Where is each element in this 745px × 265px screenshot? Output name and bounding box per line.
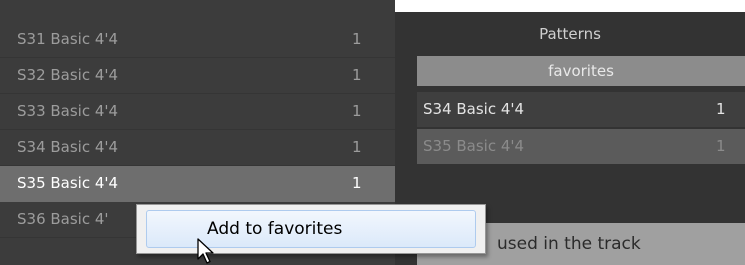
pattern-row[interactable]: S32 Basic 4'4 1 xyxy=(0,58,395,94)
mouse-pointer-icon xyxy=(197,238,214,264)
favorite-row[interactable]: S34 Basic 4'4 1 xyxy=(417,92,745,127)
favorite-name: S35 Basic 4'4 xyxy=(423,137,525,155)
pattern-row-selected[interactable]: S35 Basic 4'4 1 xyxy=(0,166,395,202)
pattern-name: S32 Basic 4'4 xyxy=(17,66,119,84)
favorite-name: S34 Basic 4'4 xyxy=(423,100,525,118)
pattern-name: S35 Basic 4'4 xyxy=(17,174,119,192)
pattern-row[interactable]: S33 Basic 4'4 1 xyxy=(0,94,395,130)
pattern-name: S33 Basic 4'4 xyxy=(17,102,119,120)
favorite-count: 1 xyxy=(716,137,726,155)
favorites-header[interactable]: favorites xyxy=(417,56,745,86)
pattern-count: 1 xyxy=(352,30,362,48)
pattern-name: S34 Basic 4'4 xyxy=(17,138,119,156)
pattern-row[interactable]: S34 Basic 4'4 1 xyxy=(0,130,395,166)
pattern-count: 1 xyxy=(352,66,362,84)
pattern-count: 1 xyxy=(352,138,362,156)
pattern-row[interactable]: S31 Basic 4'4 1 xyxy=(0,22,395,58)
app-window: S31 Basic 4'4 1 S32 Basic 4'4 1 S33 Basi… xyxy=(0,0,745,265)
pattern-name: S31 Basic 4'4 xyxy=(17,30,119,48)
context-menu: Add to favorites xyxy=(136,204,486,254)
panel-title: Patterns xyxy=(539,25,601,43)
pattern-name: S36 Basic 4' xyxy=(17,210,109,228)
favorite-count: 1 xyxy=(716,100,726,118)
favorite-row[interactable]: S35 Basic 4'4 1 xyxy=(417,129,745,164)
pattern-count: 1 xyxy=(352,174,362,192)
pattern-count: 1 xyxy=(352,102,362,120)
